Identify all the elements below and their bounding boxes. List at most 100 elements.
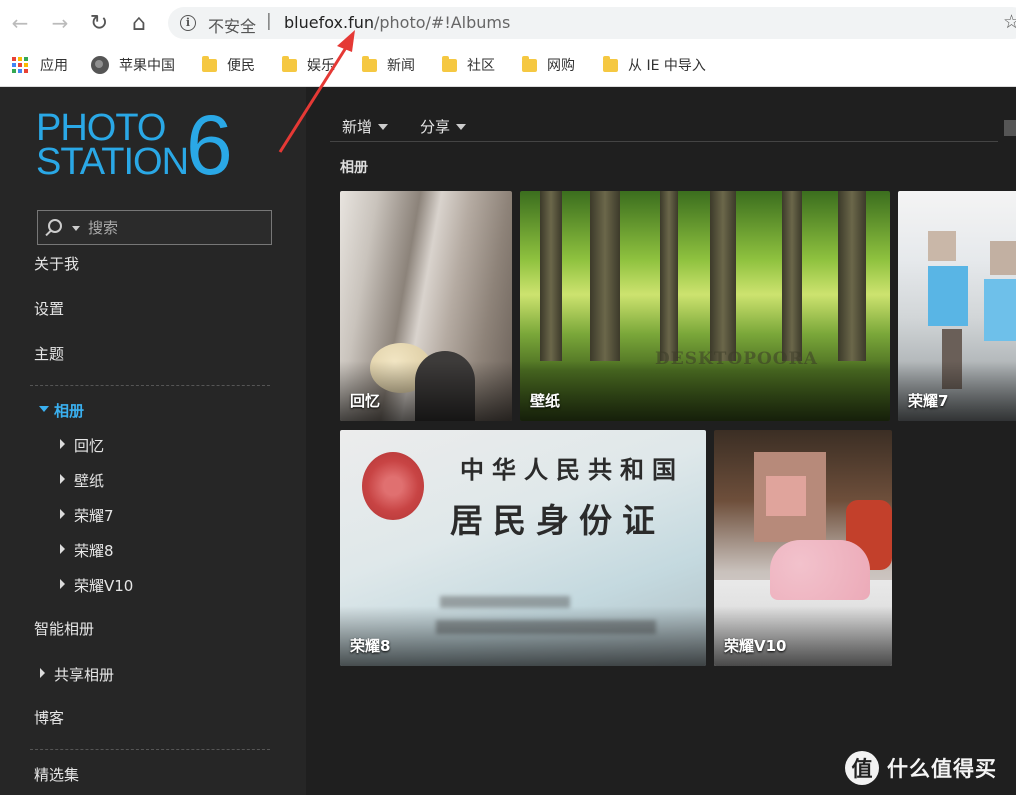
- security-status[interactable]: 不安全: [208, 13, 256, 37]
- browser-navbar: ← → ↻ ⌂ i 不安全 | bluefox.fun/photo/#!Albu…: [0, 0, 1016, 46]
- bookmark-label: 网购: [547, 58, 575, 74]
- sidebar-item-smart-albums[interactable]: 智能相册: [34, 618, 94, 639]
- bookmark-label: 应用: [40, 58, 68, 74]
- sidebar-divider: [30, 749, 270, 750]
- bookmark-label: 娱乐: [307, 58, 335, 74]
- chevron-down-icon: [456, 123, 467, 130]
- sidebar-item-album-honor7[interactable]: 荣耀7: [74, 505, 114, 526]
- pixelated-area: [990, 241, 1016, 275]
- url-text[interactable]: bluefox.fun/photo/#!Albums: [284, 13, 510, 32]
- folder-icon: [202, 55, 217, 72]
- bookmark-label: 新闻: [387, 58, 415, 74]
- add-button[interactable]: 新增: [342, 116, 389, 137]
- chevron-down-icon: [378, 123, 389, 130]
- toolbar-overflow-control[interactable]: [1004, 120, 1016, 136]
- search-input[interactable]: [88, 215, 268, 241]
- id-card-subtitle-text: 居民身份证: [450, 501, 665, 540]
- bookmark-label: 苹果中国: [119, 58, 175, 74]
- address-bar[interactable]: i 不安全 | bluefox.fun/photo/#!Albums: [168, 7, 1016, 39]
- pixelated-area: [928, 231, 956, 261]
- apps-grid-icon: [12, 57, 28, 73]
- logo-version: 6: [186, 98, 233, 192]
- sidebar-item-shared-albums[interactable]: 共享相册: [54, 664, 114, 685]
- album-tile-honor7[interactable]: 荣耀7: [898, 191, 1016, 421]
- folder-icon: [442, 55, 457, 72]
- folder-icon: [603, 55, 618, 72]
- bookmark-folder-ie-import[interactable]: 从 IE 中导入: [603, 54, 706, 76]
- expand-right-icon[interactable]: [40, 668, 45, 678]
- sidebar-item-album-wallpaper[interactable]: 壁纸: [74, 470, 104, 491]
- back-icon[interactable]: ←: [8, 11, 32, 35]
- logo-word-station: STATION: [36, 141, 189, 183]
- add-button-label: 新增: [342, 118, 373, 136]
- sidebar-item-settings[interactable]: 设置: [34, 298, 64, 319]
- expand-right-icon[interactable]: [60, 579, 65, 589]
- expand-right-icon[interactable]: [60, 509, 65, 519]
- pixelated-area: [984, 279, 1016, 341]
- sidebar-item-blog[interactable]: 博客: [34, 707, 64, 728]
- globe-icon: [91, 56, 109, 74]
- url-host: bluefox.fun: [284, 13, 374, 32]
- sidebar-item-album-memory[interactable]: 回忆: [74, 435, 104, 456]
- pixelated-area: [766, 476, 806, 516]
- sidebar-item-album-honor8[interactable]: 荣耀8: [74, 540, 114, 561]
- bookmark-folder-news[interactable]: 新闻: [362, 54, 415, 76]
- share-button[interactable]: 分享: [420, 116, 467, 137]
- forward-icon[interactable]: →: [48, 11, 72, 35]
- expand-right-icon[interactable]: [60, 474, 65, 484]
- toolbar-divider: [330, 141, 998, 142]
- search-options-caret-icon[interactable]: [72, 226, 80, 231]
- folder-icon: [362, 55, 377, 72]
- album-tile-wallpaper[interactable]: DESKTOPOORA 壁纸: [520, 191, 890, 421]
- search-box[interactable]: [37, 210, 272, 245]
- album-label: 荣耀V10: [724, 637, 787, 655]
- watermark-text: 什么值得买: [887, 757, 997, 781]
- sidebar-divider: [30, 385, 270, 386]
- photo-station-app: PHOTO STATION 6 关于我 设置 主题 相册 回忆 壁纸 荣耀7 荣…: [0, 87, 1016, 795]
- sidebar: PHOTO STATION 6 关于我 设置 主题 相册 回忆 壁纸 荣耀7 荣…: [0, 87, 306, 795]
- sidebar-item-album-honorv10[interactable]: 荣耀V10: [74, 575, 133, 596]
- photo-station-logo[interactable]: PHOTO STATION 6: [36, 103, 256, 187]
- expand-right-icon[interactable]: [60, 544, 65, 554]
- section-title: 相册: [340, 160, 368, 176]
- photo-detail: [838, 191, 866, 361]
- photo-detail: [660, 191, 678, 361]
- pixelated-area: [928, 266, 968, 326]
- bookmark-folder-entertainment[interactable]: 娱乐: [282, 54, 335, 76]
- site-watermark: 值 什么值得买: [845, 748, 997, 788]
- bookmark-folder-shopping[interactable]: 网购: [522, 54, 575, 76]
- info-icon[interactable]: i: [180, 15, 196, 31]
- bookmark-apps[interactable]: 应用: [12, 54, 68, 76]
- bookmark-folder-community[interactable]: 社区: [442, 54, 495, 76]
- expand-right-icon[interactable]: [60, 439, 65, 449]
- album-tile-honorv10[interactable]: 荣耀V10: [714, 430, 892, 666]
- album-tile-memory[interactable]: 回忆: [340, 191, 512, 421]
- folder-icon: [522, 55, 537, 72]
- bookmark-star-icon[interactable]: ☆: [1003, 11, 1016, 33]
- share-button-label: 分享: [420, 118, 451, 136]
- reload-icon[interactable]: ↻: [87, 11, 111, 36]
- album-label: 回忆: [350, 392, 381, 410]
- album-label: 荣耀7: [908, 392, 949, 410]
- sidebar-item-albums[interactable]: 相册: [54, 400, 84, 421]
- bookmark-apple-china[interactable]: 苹果中国: [91, 54, 175, 76]
- album-label: 壁纸: [530, 392, 561, 410]
- sidebar-item-theme[interactable]: 主题: [34, 343, 64, 364]
- sidebar-item-about[interactable]: 关于我: [34, 253, 79, 274]
- photo-detail: [540, 191, 562, 361]
- home-icon[interactable]: ⌂: [127, 11, 151, 36]
- label-shade: [340, 606, 706, 666]
- sidebar-item-featured[interactable]: 精选集: [34, 764, 79, 785]
- watermark-badge-icon: 值: [845, 751, 879, 785]
- browser-chrome: ← → ↻ ⌂ i 不安全 | bluefox.fun/photo/#!Albu…: [0, 0, 1016, 87]
- url-path: /photo/#!Albums: [373, 13, 511, 32]
- watermark-badge-text: 值: [851, 757, 873, 781]
- id-card-title-text: 中华人民共和国: [460, 455, 684, 484]
- bookmark-folder-convenience[interactable]: 便民: [202, 54, 255, 76]
- bookmarks-bar: 应用 苹果中国 便民 娱乐 新闻 社区 网购 从 IE 中导入: [0, 46, 1016, 82]
- expand-down-icon[interactable]: [39, 406, 49, 412]
- search-icon[interactable]: [48, 219, 62, 233]
- url-separator: |: [266, 11, 272, 31]
- album-tile-honor8[interactable]: 中华人民共和国 居民身份证 荣耀8: [340, 430, 706, 666]
- bookmark-label: 社区: [467, 58, 495, 74]
